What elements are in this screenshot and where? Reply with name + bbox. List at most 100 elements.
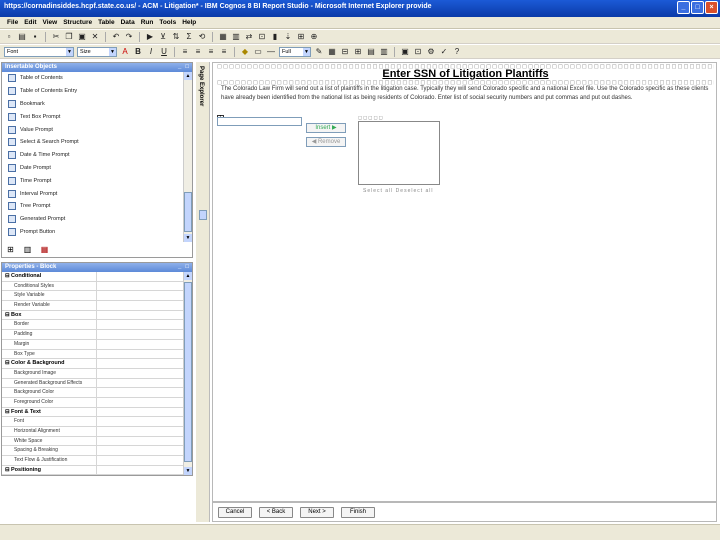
finish-button[interactable]: Finish — [341, 506, 375, 518]
crosstab-icon[interactable]: ⊞ — [296, 32, 306, 42]
padding-icon[interactable]: ⊟ — [340, 47, 350, 57]
insert-button[interactable]: Insert ▶ — [306, 123, 346, 133]
validate-icon[interactable]: ✓ — [439, 47, 449, 57]
font-family-select[interactable]: Font ▼ — [4, 46, 74, 57]
copy-icon[interactable]: ❐ — [64, 32, 74, 42]
structure-view-icon[interactable]: ⊡ — [413, 47, 423, 57]
redo-icon[interactable]: ↷ — [124, 32, 134, 42]
property-value[interactable] — [97, 282, 183, 291]
sort-icon[interactable]: ⇅ — [171, 32, 181, 42]
properties-scrollbar[interactable]: ▲ ▼ — [183, 272, 192, 475]
list-item[interactable]: Generated Prompt — [2, 213, 183, 226]
remove-button[interactable]: ◀ Remove — [306, 137, 346, 147]
property-row[interactable]: Render Variable — [2, 301, 183, 311]
property-value[interactable] — [97, 446, 183, 455]
list-item[interactable]: Select & Search Prompt — [2, 136, 183, 149]
summary-icon[interactable]: Σ — [184, 32, 194, 42]
ssn-input[interactable] — [217, 117, 302, 126]
close-pane-icon[interactable]: □ — [185, 263, 189, 272]
property-group[interactable]: ⊟Box — [2, 310, 183, 321]
group-icon[interactable]: ▦ — [218, 32, 228, 42]
scroll-down-icon[interactable]: ▼ — [184, 234, 192, 242]
property-row[interactable]: Background Color — [2, 388, 183, 398]
spacing-select[interactable]: Full ▼ — [279, 46, 311, 57]
table-icon[interactable]: ▤ — [366, 47, 376, 57]
menu-help[interactable]: Help — [179, 17, 199, 28]
property-value[interactable] — [97, 330, 183, 339]
layout-icon[interactable]: ▥ — [379, 47, 389, 57]
align-justify-icon[interactable]: ≡ — [219, 47, 229, 57]
swap-icon[interactable]: ⇄ — [244, 32, 254, 42]
maximize-button[interactable]: □ — [691, 1, 704, 14]
property-value[interactable] — [97, 311, 183, 320]
menu-tools[interactable]: Tools — [156, 17, 179, 28]
property-value[interactable] — [97, 466, 183, 475]
cut-icon[interactable]: ✂ — [51, 32, 61, 42]
property-row[interactable]: Border — [2, 320, 183, 331]
pen-icon[interactable]: ✎ — [314, 47, 324, 57]
property-row[interactable]: Text Flow & Justification — [2, 456, 183, 466]
pivot-icon[interactable]: ⟲ — [197, 32, 207, 42]
list-item[interactable]: Value Prompt — [2, 123, 183, 136]
page-explorer-tab[interactable]: Page Explorer — [196, 62, 210, 522]
menu-file[interactable]: File — [4, 17, 21, 28]
help-icon[interactable]: ? — [452, 47, 462, 57]
report-canvas[interactable]: ◻◻◻◻◻◻◻◻◻◻◻◻◻◻◻◻◻◻◻◻◻◻◻◻◻◻◻◻◻◻◻◻◻◻◻◻◻◻◻◻… — [212, 62, 717, 502]
cancel-button[interactable]: Cancel — [218, 506, 252, 518]
property-value[interactable] — [97, 340, 183, 349]
run-report-icon[interactable]: ▶ — [145, 32, 155, 42]
property-value[interactable] — [97, 291, 183, 300]
align-right-icon[interactable]: ≡ — [206, 47, 216, 57]
property-value[interactable] — [97, 359, 183, 368]
scrollbar-thumb[interactable] — [184, 282, 192, 462]
tools-icon[interactable]: ⚙ — [426, 47, 436, 57]
toolbox-tab-icon[interactable]: ▦ — [40, 245, 49, 254]
border-color-icon[interactable]: ▭ — [253, 47, 263, 57]
insert-column-icon[interactable]: ⊕ — [309, 32, 319, 42]
delete-icon[interactable]: ✕ — [90, 32, 100, 42]
property-value[interactable] — [97, 417, 183, 426]
menu-data[interactable]: Data — [118, 17, 138, 28]
back-button[interactable]: < Back — [259, 506, 293, 518]
new-icon[interactable]: ▫ — [4, 32, 14, 42]
list-item[interactable]: Time Prompt — [2, 174, 183, 187]
property-value[interactable] — [97, 427, 183, 436]
italic-icon[interactable]: I — [146, 47, 156, 57]
property-row[interactable]: Margin — [2, 339, 183, 350]
minimize-pane-icon[interactable]: _ — [178, 63, 181, 72]
property-value[interactable] — [97, 408, 183, 417]
open-icon[interactable]: ▤ — [17, 32, 27, 42]
property-value[interactable] — [97, 437, 183, 446]
property-row[interactable]: Foreground Color — [2, 397, 183, 408]
bold-icon[interactable]: B — [133, 47, 143, 57]
list-item[interactable]: Text Box Prompt — [2, 110, 183, 123]
property-group[interactable]: ⊟Font & Text — [2, 407, 183, 418]
property-row[interactable]: Background Image — [2, 368, 183, 379]
scroll-up-icon[interactable]: ▲ — [184, 72, 192, 80]
select-links[interactable]: Select all Deselect all — [363, 188, 434, 194]
underline-icon[interactable]: U — [159, 47, 169, 57]
margin-icon[interactable]: ⊞ — [353, 47, 363, 57]
data-items-tab-icon[interactable]: ▥ — [23, 245, 32, 254]
property-value[interactable] — [97, 320, 183, 329]
property-value[interactable] — [97, 456, 183, 465]
property-group[interactable]: ⊟Color & Background — [2, 359, 183, 369]
property-value[interactable] — [97, 388, 183, 397]
font-color-icon[interactable]: A — [120, 47, 130, 57]
query-explorer-icon[interactable] — [199, 210, 207, 220]
minimize-button[interactable]: _ — [677, 1, 690, 14]
paste-icon[interactable]: ▣ — [77, 32, 87, 42]
property-value[interactable] — [97, 379, 183, 388]
border-all-icon[interactable]: ▦ — [327, 47, 337, 57]
list-item[interactable]: Tree Prompt — [2, 200, 183, 213]
property-row[interactable]: Padding — [2, 330, 183, 340]
align-left-icon[interactable]: ≡ — [180, 47, 190, 57]
menu-table[interactable]: Table — [95, 17, 118, 28]
property-row[interactable]: Style Variable — [2, 291, 183, 302]
menu-edit[interactable]: Edit — [21, 17, 39, 28]
list-item[interactable]: Date & Time Prompt — [2, 149, 183, 162]
property-row[interactable]: White Space — [2, 436, 183, 447]
list-item[interactable]: Date Prompt — [2, 162, 183, 175]
list-item[interactable]: Table of Contents — [2, 72, 183, 85]
page-layout-icon[interactable]: ▣ — [400, 47, 410, 57]
